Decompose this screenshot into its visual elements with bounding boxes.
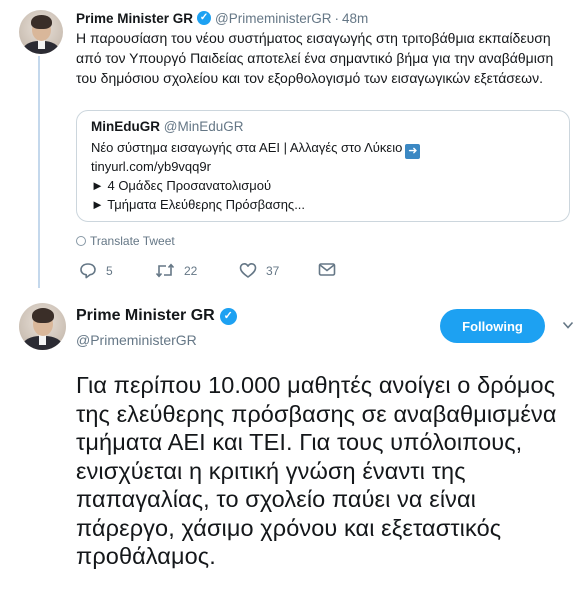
- direct-message-button[interactable]: [318, 262, 336, 277]
- quoted-line-3: ► 4 Ομάδες Προσανατολισμού: [91, 178, 272, 193]
- quoted-line-4: ► Τμήματα Ελεύθερης Πρόσβασης...: [91, 197, 306, 212]
- separator-dot: ·: [334, 10, 340, 26]
- quoted-line-1-text: Νέο σύστημα εισαγωγής στα ΑΕΙ | Αλλαγές …: [91, 140, 403, 155]
- quoted-author-handle: @MinEduGR: [163, 119, 244, 134]
- verified-icon: ✓: [197, 11, 212, 25]
- parent-tweet[interactable]: Prime Minister GR ✓ @PrimeministerGR · 4…: [0, 0, 585, 290]
- main-author-name-row[interactable]: Prime Minister GR ✓: [76, 307, 237, 325]
- quoted-author-name: MinEduGR: [91, 119, 160, 134]
- parent-tweet-text: Η παρουσίαση του νέου συστήματος εισαγωγ…: [76, 30, 554, 86]
- main-tweet-text: Για περίπου 10.000 μαθητές ανοίγει ο δρό…: [76, 372, 557, 569]
- reply-button[interactable]: 5: [79, 262, 113, 279]
- translate-tweet-label: Translate Tweet: [90, 234, 175, 248]
- globe-icon: [76, 236, 86, 246]
- retweet-count: 22: [184, 263, 198, 278]
- reply-icon: [80, 263, 96, 279]
- chevron-down-icon[interactable]: [561, 318, 575, 332]
- retweet-button[interactable]: 22: [155, 262, 197, 279]
- translate-tweet-link[interactable]: Translate Tweet: [76, 234, 175, 248]
- following-button[interactable]: Following: [440, 309, 545, 343]
- parent-tweet-header: Prime Minister GR ✓ @PrimeministerGR · 4…: [76, 9, 368, 27]
- verified-icon: ✓: [219, 307, 237, 325]
- main-author-name[interactable]: Prime Minister GR: [76, 307, 215, 325]
- like-count: 37: [266, 263, 280, 278]
- quoted-tweet-header: MinEduGR @MinEduGR: [91, 119, 244, 134]
- reply-count: 5: [106, 263, 113, 278]
- like-icon: [239, 263, 257, 278]
- quoted-link: tinyurl.com/yb9vqq9r: [91, 159, 211, 174]
- like-button[interactable]: 37: [239, 262, 279, 279]
- parent-author-handle[interactable]: @PrimeministerGR: [215, 11, 331, 26]
- main-avatar[interactable]: [19, 303, 66, 350]
- parent-author-name[interactable]: Prime Minister GR: [76, 11, 193, 26]
- main-author-handle[interactable]: @PrimeministerGR: [76, 332, 197, 348]
- parent-avatar[interactable]: [19, 10, 63, 54]
- arrow-right-icon: ➜: [405, 144, 421, 159]
- parent-tweet-time[interactable]: 48m: [342, 11, 368, 26]
- quoted-tweet[interactable]: MinEduGR @MinEduGR Νέο σύστημα εισαγωγής…: [76, 110, 570, 222]
- message-icon: [318, 263, 336, 276]
- quoted-line-1: Νέο σύστημα εισαγωγής στα ΑΕΙ | Αλλαγές …: [91, 139, 421, 159]
- retweet-icon: [155, 263, 175, 278]
